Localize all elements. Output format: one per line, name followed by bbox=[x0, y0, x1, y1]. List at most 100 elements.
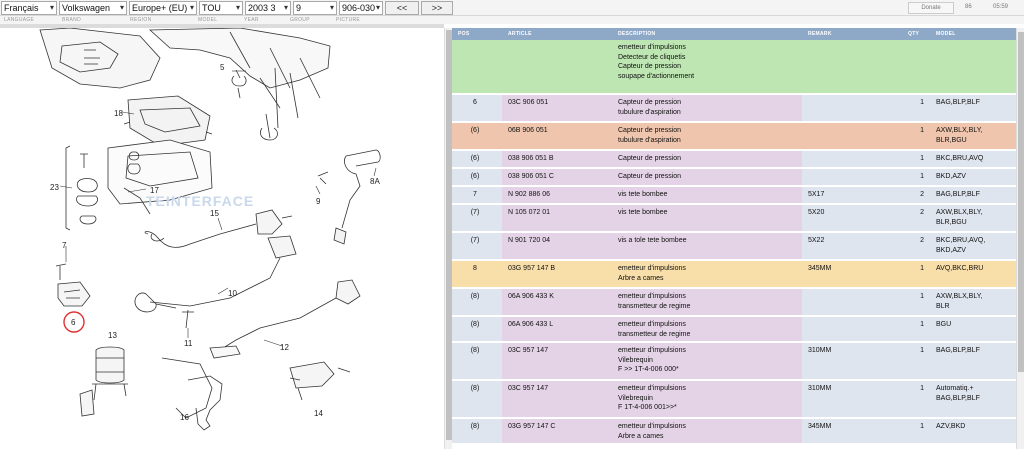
cell-description-line: soupape d'actionnement bbox=[618, 72, 695, 80]
chevron-down-icon: ▾ bbox=[119, 2, 124, 12]
table-row[interactable]: (8) 03G 957 147 Cemetteur d'impulsions Arb… bbox=[452, 418, 1016, 446]
table-row[interactable]: 7N 902 886 06 vis tete bombee 5X17 2 BAG,BLP… bbox=[452, 186, 1016, 205]
picture-select[interactable]: 906-030 ▾ bbox=[339, 0, 383, 15]
callout-14[interactable]: 14 bbox=[314, 409, 323, 418]
cell-description-line: Capteur de pression bbox=[618, 173, 682, 180]
label-group: GROUP bbox=[290, 17, 310, 23]
callout-15[interactable]: 15 bbox=[210, 209, 219, 218]
table-row[interactable]: (7) N 901 720 04 vis a tole tete bombee 5X2… bbox=[452, 232, 1016, 261]
table-row[interactable]: (6) 038 906 051 B Capteur de pression 1 BKC,… bbox=[452, 150, 1016, 169]
cell-model-line: BKC,BRU,AVQ, bbox=[936, 237, 986, 244]
cell-description: emetteur d'impulsions Vilebrequin F >> 1T-… bbox=[612, 342, 802, 382]
table-row[interactable]: 8 03G 957 147 B emetteur d'impulsions Arbre… bbox=[452, 260, 1016, 289]
cell-description-line: transmetteur de regime bbox=[618, 330, 691, 338]
cell-description-line: tubulure d'aspiration bbox=[618, 136, 681, 144]
cell-remark bbox=[802, 150, 902, 169]
cell-article: 03G 957 147 C bbox=[502, 418, 612, 446]
prev-picture-button[interactable]: << bbox=[385, 0, 419, 15]
table-row[interactable]: emetteur d'impulsions Detecteur de clique… bbox=[452, 40, 1016, 95]
callout-6[interactable]: 6 bbox=[71, 318, 76, 327]
cell-description: emetteur d'impulsions Arbre a cames bbox=[612, 418, 802, 446]
cell-remark bbox=[802, 122, 902, 151]
cell-article: N 105 072 01 bbox=[502, 204, 612, 233]
donate-button[interactable]: Donate bbox=[908, 2, 954, 14]
callout-10[interactable]: 10 bbox=[228, 289, 237, 298]
cell-model-line: AZV,BKD bbox=[936, 423, 966, 431]
callout-8a[interactable]: 8A bbox=[370, 177, 380, 186]
table-row[interactable]: (6) 038 906 051 C Capteur de pression 1 BKD,… bbox=[452, 168, 1016, 187]
cell-description-line: Detecteur de cliquetis bbox=[618, 53, 686, 61]
table-row[interactable]: 6 03C 906 051 Capteur de pression tubulure … bbox=[452, 94, 1016, 123]
callout-5[interactable]: 5 bbox=[220, 63, 225, 72]
table-row[interactable]: (8) 06A 906 433 K emetteur d'impulsions tra… bbox=[452, 288, 1016, 317]
brand-select[interactable]: Volkswagen ▾ bbox=[59, 0, 127, 15]
table-scrollbar-thumb[interactable] bbox=[1018, 32, 1024, 372]
cell-model-line: BLR bbox=[936, 302, 950, 310]
cell-remark: 5X20 bbox=[802, 204, 902, 233]
next-picture-button[interactable]: >> bbox=[421, 0, 453, 15]
cell-qty: 1 bbox=[902, 150, 930, 169]
cell-model: BKD,AZV bbox=[930, 168, 1016, 187]
cell-description-line: Arbre a cames bbox=[618, 274, 664, 282]
callout-17[interactable]: 17 bbox=[150, 186, 159, 195]
cell-model: BAG,BLP,BLF bbox=[930, 94, 1016, 123]
table-row[interactable]: (8) 03C 957 147 emetteur d'impulsions Vileb… bbox=[452, 342, 1016, 382]
header-remark: REMARK bbox=[802, 28, 902, 40]
cell-description-line: Capteur de pression bbox=[618, 63, 682, 71]
cell-qty bbox=[902, 40, 930, 95]
cell-pos: (8) bbox=[452, 316, 502, 344]
callout-23[interactable]: 23 bbox=[50, 183, 59, 192]
table-row[interactable]: (7) N 105 072 01 vis tete bombee 5X20 2 AXW,B… bbox=[452, 204, 1016, 233]
table-scrollbar[interactable] bbox=[1016, 28, 1024, 449]
cell-article bbox=[502, 40, 612, 95]
diagram-scrollbar[interactable] bbox=[444, 28, 452, 449]
callout-11[interactable]: 11 bbox=[184, 339, 193, 348]
cell-pos: (8) bbox=[452, 380, 502, 420]
year-value: 2003 bbox=[248, 2, 269, 13]
model-select[interactable]: TOU ▾ bbox=[199, 0, 243, 15]
language-select[interactable]: Français ▾ bbox=[1, 0, 57, 15]
callout-9[interactable]: 9 bbox=[316, 197, 321, 206]
callout-13[interactable]: 13 bbox=[108, 331, 117, 340]
cell-description: emetteur d'impulsions Arbre a cames bbox=[612, 260, 802, 289]
cell-description-line: emetteur d'impulsions bbox=[618, 293, 686, 300]
cell-description: Capteur de pression tubulure d'aspiration bbox=[612, 94, 802, 123]
cell-pos bbox=[452, 40, 502, 95]
group-select[interactable]: 9 ▾ bbox=[293, 0, 337, 15]
cell-model-line: AXW,BLX,BLY, bbox=[936, 209, 983, 216]
callout-7[interactable]: 7 bbox=[62, 241, 67, 250]
table-row[interactable]: (8) 03C 957 147 emetteur d'impulsions Vileb… bbox=[452, 380, 1016, 420]
cell-description-line: Vilebrequin bbox=[618, 394, 653, 402]
cell-description: Capteur de pression bbox=[612, 168, 802, 187]
cell-pos: 8 bbox=[452, 260, 502, 289]
cell-remark: 310MM bbox=[802, 380, 902, 420]
cell-qty: 1 bbox=[902, 418, 930, 446]
year-sub-value: 3 bbox=[270, 2, 276, 13]
cell-description: emetteur d'impulsions transmetteur de reg… bbox=[612, 288, 802, 317]
callout-18[interactable]: 18 bbox=[114, 109, 123, 118]
cell-qty: 1 bbox=[902, 380, 930, 420]
callout-16[interactable]: 16 bbox=[180, 413, 189, 422]
table-row[interactable]: (6) 06B 906 051 Capteur de pression tubulur… bbox=[452, 122, 1016, 151]
cell-description-line: emetteur d'impulsions bbox=[618, 385, 686, 393]
cell-model: Automatiq.+ BAG,BLP,BLF bbox=[930, 380, 1016, 420]
cell-qty: 1 bbox=[902, 168, 930, 187]
cell-description-line: emetteur d'impulsions bbox=[618, 423, 686, 431]
parts-diagram[interactable]: TEINTERFACE 5 18 23 17 15 9 8A 7 6 10 13… bbox=[0, 28, 444, 449]
callout-12[interactable]: 12 bbox=[280, 343, 289, 352]
cell-pos: 6 bbox=[452, 94, 502, 123]
cell-pos: (7) bbox=[452, 232, 502, 261]
cell-description: Capteur de pression bbox=[612, 150, 802, 169]
cell-pos: (8) bbox=[452, 418, 502, 446]
cell-model: BAG,BLP,BLF bbox=[930, 342, 1016, 382]
header-article: ARTICLE bbox=[502, 28, 612, 40]
chevron-down-icon: ▾ bbox=[283, 2, 288, 12]
cell-description-line: tubulure d'aspiration bbox=[618, 108, 681, 116]
parts-table-body: emetteur d'impulsions Detecteur de clique… bbox=[452, 40, 1016, 446]
cell-pos: 7 bbox=[452, 186, 502, 205]
region-select[interactable]: Europe+ (EU) ▾ bbox=[129, 0, 197, 15]
year-select[interactable]: 2003 3 ▾ bbox=[245, 0, 291, 15]
cell-model: AXW,BLX,BLY, BLR,BGU bbox=[930, 122, 1016, 151]
table-row[interactable]: (8) 06A 906 433 L emetteur d'impulsions tra… bbox=[452, 316, 1016, 344]
picture-value: 906-030 bbox=[342, 2, 376, 13]
